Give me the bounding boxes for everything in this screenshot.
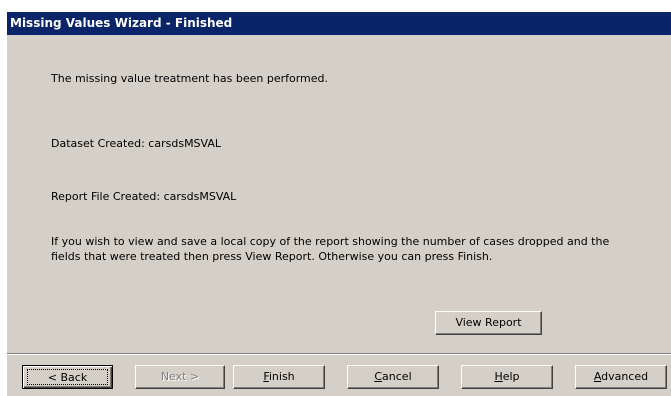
view-report-button[interactable]: View Report xyxy=(435,311,542,335)
dataset-created-label: Dataset Created: carsdsMSVAL xyxy=(51,137,222,150)
back-button[interactable]: < Back xyxy=(22,365,113,389)
title-bar: Missing Values Wizard - Finished xyxy=(7,12,671,35)
help-button[interactable]: Help xyxy=(461,365,553,389)
status-message: The missing value treatment has been per… xyxy=(51,72,329,85)
cancel-button[interactable]: Cancel xyxy=(347,365,439,389)
info-message: If you wish to view and save a local cop… xyxy=(51,235,610,263)
next-button[interactable]: Next > xyxy=(135,365,225,389)
finish-button[interactable]: Finish xyxy=(233,365,325,389)
back-button-label: < Back xyxy=(27,369,108,385)
report-file-created-label: Report File Created: carsdsMSVAL xyxy=(51,190,237,203)
missing-values-wizard-dialog: Missing Values Wizard - Finished The mis… xyxy=(7,12,671,396)
button-separator xyxy=(7,353,671,355)
advanced-button[interactable]: Advanced xyxy=(575,365,667,389)
